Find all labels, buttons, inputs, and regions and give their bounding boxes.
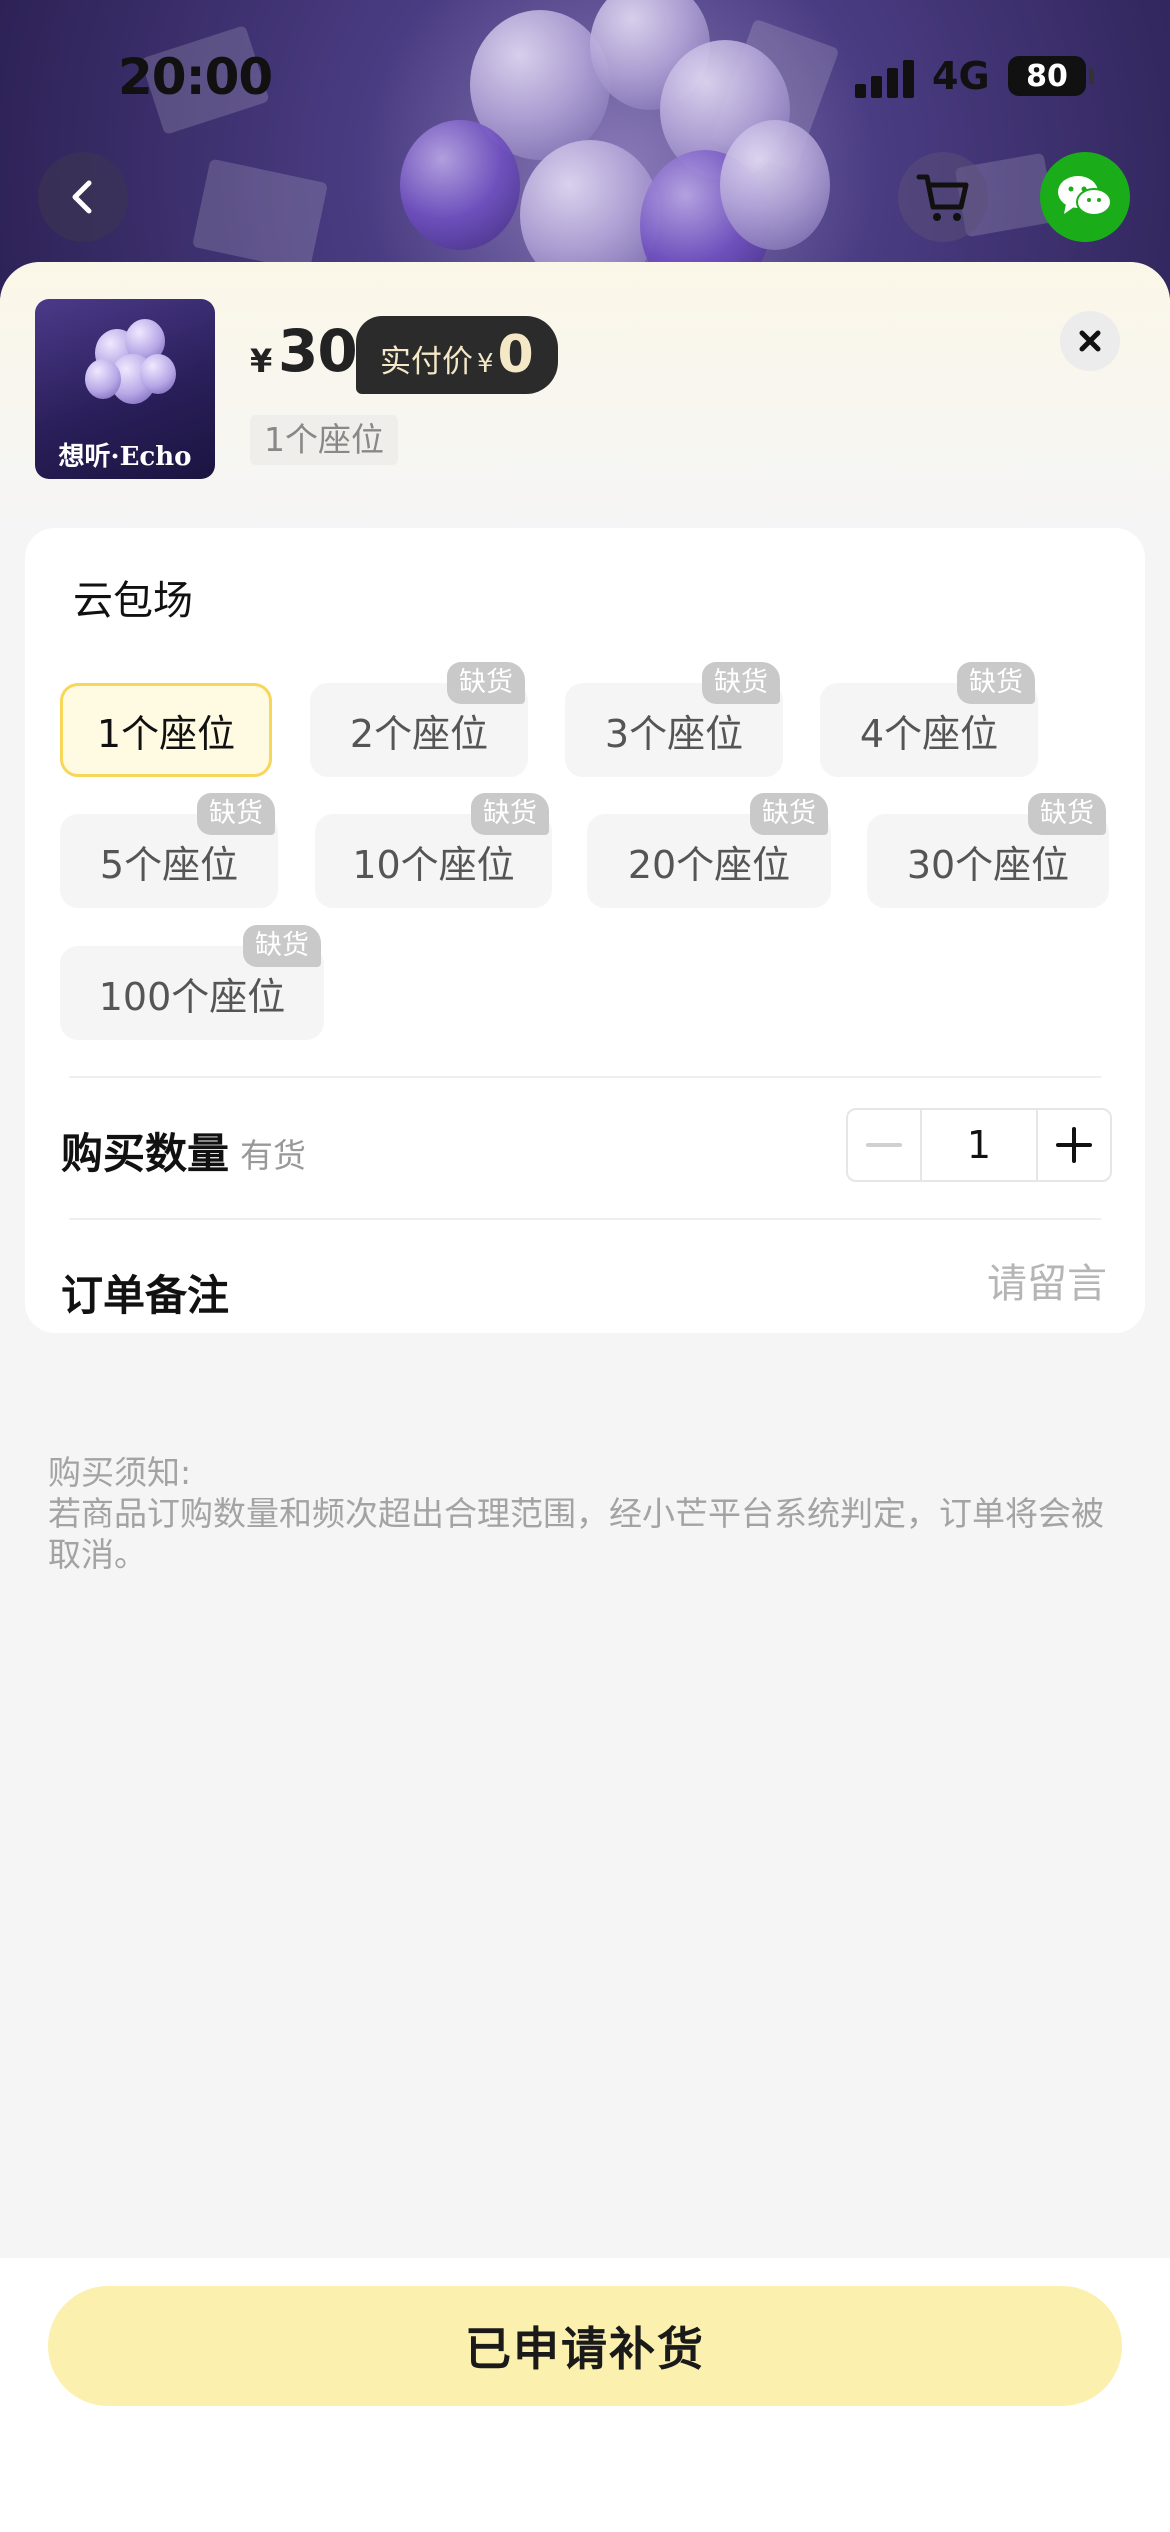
spec-option-label: 1个座位 [96, 711, 236, 756]
spec-option-label: 100个座位 [98, 974, 286, 1019]
decrement-button[interactable] [848, 1110, 920, 1180]
paid-price-value: 0 [497, 325, 534, 385]
paid-price-currency: ¥ [477, 349, 494, 379]
product-thumbnail: 想听·Echo [35, 299, 215, 479]
spec-option-4-seats[interactable]: 4个座位 缺货 [820, 662, 1038, 777]
spec-option-label: 5个座位 [99, 842, 239, 887]
close-icon [1079, 330, 1101, 352]
spec-option-label: 4个座位 [859, 711, 999, 756]
increment-button[interactable] [1038, 1110, 1110, 1180]
notice-text: 若商品订购数量和频次超出合理范围，经小芒平台系统判定，订单将会被取消。 [48, 1494, 1104, 1574]
signal-icon [855, 60, 917, 98]
out-of-stock-badge: 缺货 [702, 662, 780, 704]
spec-option-10-seats[interactable]: 10个座位 缺货 [315, 793, 552, 908]
status-time: 20:00 [118, 48, 273, 106]
purchase-notice: 购买须知: 若商品订购数量和频次超出合理范围，经小芒平台系统判定，订单将会被取消… [48, 1452, 1128, 1575]
minus-icon [866, 1143, 902, 1147]
paid-price-label: 实付价 [380, 344, 473, 380]
out-of-stock-badge: 缺货 [750, 793, 828, 835]
out-of-stock-badge: 缺货 [447, 662, 525, 704]
out-of-stock-badge: 缺货 [197, 793, 275, 835]
quantity-value[interactable]: 1 [920, 1110, 1038, 1180]
spec-option-label: 2个座位 [349, 711, 489, 756]
spec-option-100-seats[interactable]: 100个座位 缺货 [60, 925, 324, 1040]
restock-requested-button[interactable]: 已申请补货 [48, 2286, 1122, 2406]
divider [69, 1218, 1101, 1220]
spec-section-title: 云包场 [73, 578, 193, 624]
status-bar: 20:00 4G 80 [0, 0, 1170, 150]
wechat-icon [1058, 176, 1112, 216]
paid-price-badge: 实付价 ¥ 0 [356, 316, 558, 394]
order-note-input[interactable] [785, 1254, 1107, 1314]
spec-option-20-seats[interactable]: 20个座位 缺货 [587, 793, 831, 908]
spec-option-label: 20个座位 [627, 842, 791, 887]
out-of-stock-badge: 缺货 [243, 925, 321, 967]
quantity-label: 购买数量 [61, 1129, 230, 1178]
battery-level: 80 [1026, 58, 1068, 94]
spec-option-5-seats[interactable]: 5个座位 缺货 [60, 793, 278, 908]
out-of-stock-badge: 缺货 [471, 793, 549, 835]
quantity-stepper: 1 [846, 1108, 1112, 1182]
spec-option-30-seats[interactable]: 30个座位 缺货 [867, 793, 1109, 908]
bottom-action-bar: 已申请补货 [0, 2258, 1170, 2532]
price-currency: ¥ [250, 342, 273, 380]
wechat-share-button[interactable] [1040, 152, 1130, 242]
notice-title: 购买须知: [48, 1453, 192, 1492]
battery-tip [1089, 68, 1094, 84]
thumbnail-label: 想听·Echo [58, 442, 192, 472]
network-type: 4G [932, 54, 990, 98]
options-card: 云包场 1个座位 2个座位 缺货 3个座位 缺货 4个座位 缺货 5个座位 缺货… [25, 528, 1145, 1333]
battery-icon: 80 [1008, 56, 1086, 96]
cart-icon [916, 174, 969, 221]
product-price: 30 [278, 317, 358, 385]
spec-option-label: 3个座位 [604, 711, 744, 756]
sku-selection-sheet: 想听·Echo ¥ 30 实付价 ¥ 0 1个座位 云包场 1个座位 2个座位 … [0, 262, 1170, 2532]
close-button[interactable] [1060, 311, 1120, 371]
chevron-left-icon [72, 180, 92, 214]
spec-option-label: 10个座位 [352, 842, 515, 887]
selected-spec-tag: 1个座位 [250, 415, 398, 465]
out-of-stock-badge: 缺货 [957, 662, 1035, 704]
out-of-stock-badge: 缺货 [1028, 793, 1106, 835]
cart-button[interactable] [898, 152, 988, 242]
order-note-label: 订单备注 [61, 1271, 230, 1320]
spec-option-3-seats[interactable]: 3个座位 缺货 [565, 662, 783, 777]
plus-icon [1056, 1127, 1092, 1163]
back-button[interactable] [38, 152, 128, 242]
spec-option-1-seat[interactable]: 1个座位 [60, 683, 272, 777]
spec-option-label: 30个座位 [906, 842, 1070, 887]
spec-option-2-seats[interactable]: 2个座位 缺货 [310, 662, 528, 777]
divider [69, 1076, 1101, 1078]
stock-status: 有货 [240, 1136, 306, 1175]
